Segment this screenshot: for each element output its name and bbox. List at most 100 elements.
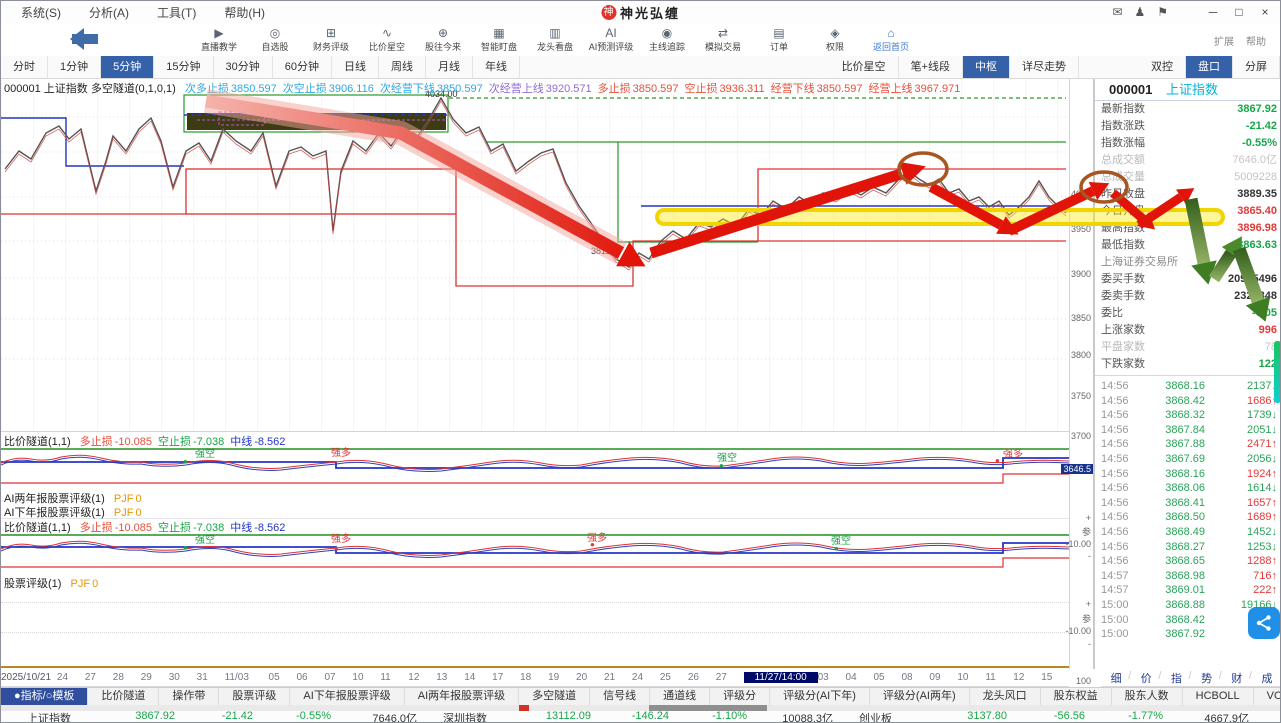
view-tab[interactable]: 中枢 — [963, 56, 1010, 78]
floating-share-button[interactable] — [1248, 607, 1280, 639]
toolbar-button[interactable]: AI AI预测评级 — [583, 23, 639, 56]
indicator-panel-2-header: 比价隧道(1,1) 多止损-10.085空止损-7.038中线-8.562 — [4, 519, 285, 535]
tick-volume: 2137↓ — [1247, 379, 1277, 394]
menu-item[interactable]: 工具(T) — [143, 4, 210, 21]
layout-tab[interactable]: 盘口 — [1186, 56, 1233, 78]
indicator-tab[interactable]: 龙头风口 — [970, 688, 1041, 706]
tray-icon[interactable]: ✉ — [1112, 5, 1122, 19]
tick-time: 14:56 — [1101, 423, 1139, 438]
toolbar-link[interactable]: 帮助 — [1246, 33, 1266, 48]
index-value: 13112.09 — [513, 710, 591, 723]
tick-row: 14:56 3868.16 2137↓ — [1095, 379, 1281, 394]
indicator-tab[interactable]: 多空隧道 — [519, 688, 590, 706]
quote-panel-tab[interactable]: 细 — [1101, 670, 1131, 686]
index-quote[interactable]: 深圳指数 13112.09 -146.24 -1.10% 10088.3亿 — [443, 710, 833, 723]
window-control-button[interactable]: ─ — [1206, 5, 1220, 19]
period-tab[interactable]: 日线 — [332, 56, 379, 78]
indicator-tab[interactable]: 评级分(AI两年) — [870, 688, 970, 706]
menu-item[interactable]: 分析(A) — [75, 4, 143, 21]
indicator-tab[interactable]: 操作带 — [159, 688, 219, 706]
toolbar-button[interactable]: ◎ 自选股 — [247, 23, 303, 56]
date-tick: 04 — [846, 672, 874, 683]
menu-item[interactable]: 系统(S) — [7, 4, 75, 21]
stat-row: 委卖手数 2325848 — [1095, 288, 1281, 305]
quote-panel-tab[interactable]: 价 — [1131, 670, 1161, 686]
tick-price: 3867.88 — [1139, 437, 1205, 452]
toolbar-link[interactable]: 扩展 — [1214, 33, 1234, 48]
quote-panel-tab[interactable]: 势 — [1192, 670, 1222, 686]
tick-time: 14:56 — [1101, 408, 1139, 423]
indicator-tab[interactable]: 股东权益 — [1041, 688, 1112, 706]
window-control-button[interactable]: × — [1258, 5, 1272, 19]
stat-label: 上海证券交易所 — [1101, 254, 1178, 271]
period-tab[interactable]: 60分钟 — [273, 56, 332, 78]
toolbar-button[interactable]: ▥ 龙头看盘 — [527, 23, 583, 56]
indicator-tab[interactable]: ●指标/○模板 — [1, 688, 88, 706]
layout-tab[interactable]: 双控 — [1139, 56, 1186, 78]
toolbar-button[interactable]: ⊕ 股往今来 — [415, 23, 471, 56]
tick-time: 14:56 — [1101, 394, 1139, 409]
date-tick: 24 — [57, 672, 85, 683]
quote-panel-tab[interactable]: 成 — [1252, 670, 1281, 686]
toolbar-button[interactable]: ⇄ 模拟交易 — [695, 23, 751, 56]
toolbar-button[interactable]: ∿ 比价星空 — [359, 23, 415, 56]
quote-panel-tab[interactable]: 指 — [1161, 670, 1191, 686]
menu-item[interactable]: 帮助(H) — [210, 4, 279, 21]
indicator-tab[interactable]: AI下年报股票评级 — [290, 688, 404, 706]
view-tab[interactable]: 比价星空 — [830, 56, 899, 78]
stat-label: 委买手数 — [1101, 271, 1145, 288]
stat-row: 最低指数 3863.63 — [1095, 237, 1281, 254]
back-arrow-button[interactable] — [59, 30, 101, 48]
toolbar-button[interactable]: ▦ 智能盯盘 — [471, 23, 527, 56]
index-quote[interactable]: 上证指数 3867.92 -21.42 -0.55% 7646.0亿 — [27, 710, 417, 723]
toolbar-button[interactable]: ⌂ 返回首页 — [863, 23, 919, 56]
indicator-tab[interactable]: 通道线 — [650, 688, 710, 706]
layout-tab[interactable]: 分屏 — [1233, 56, 1280, 78]
indicator-tab[interactable]: 股票评级 — [219, 688, 290, 706]
tick-row: 14:56 3868.65 1288↑ — [1095, 554, 1281, 569]
period-tab[interactable]: 30分钟 — [214, 56, 273, 78]
indicator-tab[interactable]: 信号线 — [590, 688, 650, 706]
period-tab[interactable]: 年线 — [473, 56, 520, 78]
indicator-tab[interactable]: HCBOLL — [1183, 688, 1254, 706]
toolbar-button[interactable]: ⊞ 财务评级 — [303, 23, 359, 56]
period-tab[interactable]: 1分钟 — [48, 56, 101, 78]
view-tab[interactable]: 笔+线段 — [899, 56, 963, 78]
tick-volume: 1452↓ — [1247, 525, 1277, 540]
toolbar-button[interactable]: ◈ 权限 — [807, 23, 863, 56]
toolbar-button[interactable]: ▶ 直播教学 — [191, 23, 247, 56]
tray-icon[interactable]: ♟ — [1134, 5, 1145, 19]
date-tick: 28 — [113, 672, 141, 683]
signal-label: ● — [590, 540, 595, 549]
quote-panel-tab[interactable]: 财 — [1222, 670, 1252, 686]
period-tab[interactable]: 5分钟 — [101, 56, 154, 78]
window-control-button[interactable]: □ — [1232, 5, 1246, 19]
indicator-tab[interactable]: AI两年报股票评级 — [405, 688, 519, 706]
period-tab[interactable]: 15分钟 — [154, 56, 213, 78]
scale-label: - — [1088, 639, 1091, 649]
date-tick: 05 — [269, 672, 297, 683]
dense-zone-band — [187, 113, 446, 130]
date-tick: 11/03 — [225, 672, 269, 683]
indicator-tab[interactable]: VOL — [1254, 688, 1281, 706]
tick-list[interactable]: 14:56 3868.16 2137↓ 14:56 3868.42 1686↑ … — [1095, 379, 1281, 642]
date-tick: 20 — [576, 672, 604, 683]
index-quote[interactable]: 创业板 3137.80 -56.56 -1.77% 4667.9亿 — [859, 710, 1249, 723]
tray-icon[interactable]: ⚑ — [1157, 5, 1168, 19]
period-tab[interactable]: 分时 — [1, 56, 48, 78]
tick-price: 3867.69 — [1139, 452, 1205, 467]
indicator-tab[interactable]: 比价隧道 — [88, 688, 159, 706]
indicator-tab[interactable]: 股东人数 — [1112, 688, 1183, 706]
period-tab[interactable]: 周线 — [379, 56, 426, 78]
tick-row: 14:56 3867.84 2051↓ — [1095, 423, 1281, 438]
toolbar-button[interactable]: ◉ 主线追踪 — [639, 23, 695, 56]
indicator-tab[interactable]: 评级分(AI下年) — [770, 688, 870, 706]
app-window: 系统(S)分析(A)工具(T)帮助(H) 神 神光弘缠 ✉♟⚑ ─□× ▶ 直播… — [0, 0, 1281, 723]
period-tab[interactable]: 月线 — [426, 56, 473, 78]
indicator-tab[interactable]: 评级分 — [710, 688, 770, 706]
stat-value: 3865.40 — [1237, 203, 1277, 220]
signal-label: 强多 — [331, 530, 351, 545]
view-tab[interactable]: 详尽走势 — [1010, 56, 1079, 78]
tick-time: 14:56 — [1101, 540, 1139, 555]
toolbar-button[interactable]: ▤ 订单 — [751, 23, 807, 56]
